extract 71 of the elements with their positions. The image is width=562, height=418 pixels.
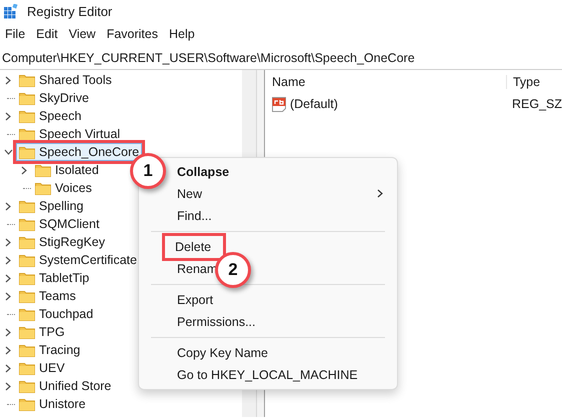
menu-item[interactable]: Permissions... (175, 312, 258, 332)
menu-item[interactable]: File (2, 25, 34, 43)
folder-icon (19, 254, 35, 266)
menu-item[interactable]: Export (175, 290, 216, 310)
expand-chevron-icon[interactable] (5, 274, 11, 282)
menu-item[interactable]: New (175, 184, 204, 204)
tree-item[interactable]: TPG (39, 325, 65, 339)
folder-icon (19, 380, 35, 392)
folder-icon (19, 236, 35, 248)
expand-chevron-icon[interactable] (5, 382, 11, 390)
tree-item[interactable]: Unistore (39, 397, 86, 411)
folder-icon (35, 182, 51, 194)
folder-icon (19, 272, 35, 284)
value-name[interactable]: (Default) (290, 97, 338, 111)
expand-chevron-icon[interactable] (21, 166, 27, 174)
folder-icon (19, 308, 35, 320)
tree-item[interactable]: Speech Virtual (39, 127, 120, 141)
folder-icon (19, 92, 35, 104)
menu-item[interactable]: Go to HKEY_LOCAL_MACHINE (175, 365, 360, 385)
menu-item[interactable]: Favorites (104, 25, 166, 43)
folder-icon (19, 128, 35, 140)
tree-item[interactable]: Voices (55, 181, 92, 195)
expand-chevron-icon[interactable] (5, 76, 11, 84)
tree-item[interactable]: Touchpad (39, 307, 94, 321)
expand-chevron-icon[interactable] (5, 292, 11, 300)
tree-item[interactable]: TabletTip (39, 271, 90, 285)
tree-item[interactable]: SkyDrive (39, 91, 90, 105)
tree-item[interactable]: Shared Tools (39, 73, 112, 87)
folder-icon (19, 398, 35, 410)
tree-item[interactable]: SQMClient (39, 217, 100, 231)
tree-item[interactable]: Speech (39, 109, 82, 123)
menu-item[interactable]: Edit (33, 25, 66, 43)
tree-item[interactable]: SystemCertificate (39, 253, 137, 267)
value-type: REG_SZ (510, 97, 562, 111)
tree-item[interactable]: Teams (39, 289, 76, 303)
folder-icon (19, 200, 35, 212)
column-header[interactable]: Name (270, 75, 507, 89)
tree-item[interactable]: Unified Store (39, 379, 112, 393)
expand-chevron-icon[interactable] (5, 112, 11, 120)
menu-item[interactable]: Collapse (175, 162, 232, 182)
folder-icon (35, 164, 51, 176)
tree-item[interactable]: Spelling (39, 199, 84, 213)
tree-item[interactable]: Tracing (39, 343, 80, 357)
expand-chevron-icon[interactable] (5, 364, 11, 372)
menu-item[interactable]: Help (166, 25, 203, 43)
folder-icon (19, 74, 35, 86)
folder-icon (19, 344, 35, 356)
expand-chevron-icon[interactable] (5, 328, 11, 336)
tree-item[interactable]: StigRegKey (39, 235, 106, 249)
folder-icon (19, 290, 35, 302)
column-header[interactable]: Type (506, 75, 540, 89)
expand-chevron-icon[interactable] (5, 346, 11, 354)
folder-icon (19, 326, 35, 338)
folder-icon (19, 110, 35, 122)
menu-item[interactable]: Copy Key Name (175, 343, 270, 363)
window-title: Registry Editor (27, 4, 112, 18)
address-bar[interactable]: Computer\HKEY_CURRENT_USER\Software\Microsoft\Speech_OneCore (0, 46, 562, 70)
folder-icon (19, 218, 35, 230)
step-callout: 2 (215, 252, 251, 288)
registry-icon (4, 4, 19, 18)
expand-chevron-icon[interactable] (5, 238, 11, 246)
menu-item[interactable]: Find... (175, 206, 214, 226)
tree-item[interactable]: UEV (39, 361, 65, 375)
collapse-chevron-icon[interactable] (4, 149, 12, 155)
string-value-icon (270, 96, 287, 112)
folder-icon (19, 146, 35, 158)
menu-item[interactable]: View (66, 25, 104, 43)
tree-item[interactable]: Isolated (55, 163, 99, 177)
expand-chevron-icon[interactable] (5, 256, 11, 264)
expand-chevron-icon[interactable] (5, 202, 11, 210)
folder-icon (19, 362, 35, 374)
